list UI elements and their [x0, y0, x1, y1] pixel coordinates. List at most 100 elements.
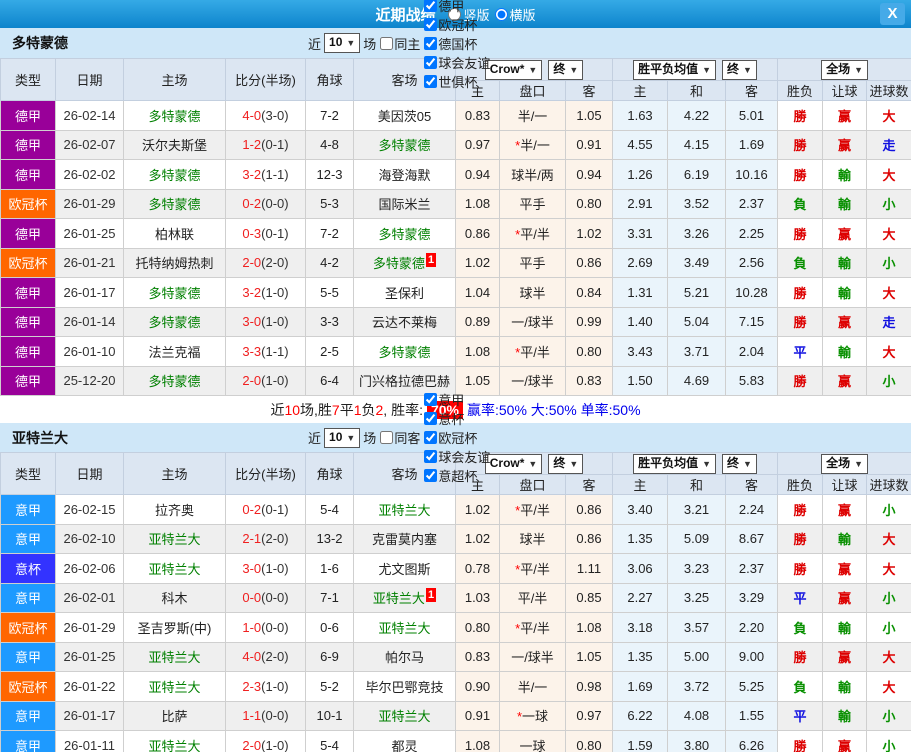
- league-filter[interactable]: 欧冠杯: [420, 428, 490, 447]
- home-team: 多特蒙德: [123, 188, 226, 219]
- handicap: 平/半: [499, 582, 566, 613]
- corner-score: 1-6: [305, 553, 354, 584]
- match-date: 26-01-25: [55, 641, 124, 672]
- avg-select[interactable]: 胜平负均值 ▼: [633, 453, 717, 474]
- result-handicap: 輸: [822, 188, 868, 219]
- match-date: 26-02-02: [55, 159, 124, 190]
- corner-score: 0-6: [305, 612, 354, 643]
- league-label: 球会友谊: [438, 450, 491, 465]
- league-checkbox[interactable]: [424, 0, 438, 12]
- league-checkbox[interactable]: [424, 36, 438, 50]
- layout-horizontal-option[interactable]: 横版: [494, 5, 536, 24]
- odds-source-select[interactable]: Crow* ▼: [484, 453, 543, 474]
- avg-away: 1.55: [725, 700, 779, 731]
- avg-draw: 6.19: [667, 159, 727, 190]
- league-filter[interactable]: 欧冠杯: [420, 15, 490, 34]
- same-venue-checkbox[interactable]: [380, 36, 394, 50]
- avg-home: 2.91: [612, 188, 669, 219]
- result-goals: 大: [866, 523, 911, 554]
- odds-final-select[interactable]: 终 ▼: [548, 59, 584, 80]
- sub-avg-away: 客: [725, 80, 779, 101]
- odds-home: 0.83: [455, 100, 500, 131]
- corner-score: 4-8: [305, 129, 354, 160]
- league-badge: 德甲: [0, 218, 56, 249]
- league-filter[interactable]: 德甲: [420, 0, 490, 15]
- result-goals: 走: [866, 129, 911, 160]
- near-label: 近: [308, 36, 322, 52]
- corner-score: 7-2: [305, 218, 354, 249]
- league-filter[interactable]: 球会友谊: [420, 447, 490, 466]
- result-wdl: 負: [777, 612, 824, 643]
- avg-final-select[interactable]: 终 ▼: [722, 59, 757, 80]
- match-date: 26-01-25: [55, 218, 124, 249]
- league-checkbox[interactable]: [424, 431, 438, 444]
- result-handicap: 輸: [822, 671, 868, 702]
- match-row: 德甲 26-02-02 多特蒙德 3-2(1-1) 12-3 海登海默 0.94 球半/两 0.…: [0, 159, 911, 190]
- league-badge: 欧冠杯: [0, 247, 56, 278]
- league-checkbox[interactable]: [424, 55, 438, 69]
- league-filter[interactable]: 球会友谊: [420, 53, 490, 72]
- league-filter[interactable]: 意杯: [420, 409, 490, 428]
- league-filter[interactable]: 意甲: [420, 390, 490, 409]
- sub-avg-draw: 和: [667, 80, 727, 101]
- horizontal-radio[interactable]: [494, 7, 508, 21]
- handicap: *半/一: [499, 129, 566, 160]
- same-venue-filter[interactable]: 同主: [376, 34, 420, 53]
- score-cell: 2-3(1-0): [225, 671, 306, 702]
- league-filter[interactable]: 德国杯: [420, 34, 490, 53]
- league-badge: 欧冠杯: [0, 188, 56, 219]
- league-checkbox[interactable]: [424, 393, 438, 406]
- handicap: 平手: [499, 247, 566, 278]
- filter-bar: 近 10 ▼ 场 同客 意甲 意杯 欧冠杯 球会友谊 意超杯: [308, 390, 490, 485]
- same-venue-filter[interactable]: 同客: [376, 428, 420, 447]
- away-team: 美因茨05: [353, 100, 456, 131]
- match-row: 德甲 26-01-14 多特蒙德 3-0(1-0) 3-3 云达不莱梅 0.89 一/球半 0.…: [0, 306, 911, 337]
- home-team: 多特蒙德: [123, 159, 226, 190]
- match-row: 意甲 26-01-17 比萨 1-1(0-0) 10-1 亚特兰大 0.91 *一球 0.97 6…: [0, 700, 911, 731]
- league-checkbox[interactable]: [424, 412, 438, 425]
- avg-draw: 4.22: [667, 100, 727, 131]
- sub-let: 让球: [822, 80, 868, 101]
- sub-goals: 进球数: [866, 80, 911, 101]
- scope-select[interactable]: 全场 ▼: [821, 453, 868, 474]
- handicap: 半/一: [499, 100, 566, 131]
- result-wdl: 負: [777, 671, 824, 702]
- league-checkbox[interactable]: [424, 469, 438, 482]
- result-wdl: 勝: [777, 523, 824, 554]
- corner-score: 5-4: [305, 730, 354, 752]
- match-count-select[interactable]: 10 ▼: [324, 33, 361, 53]
- match-row: 德甲 26-01-10 法兰克福 3-3(1-1) 2-5 多特蒙德 1.08 *平/半 0.8…: [0, 336, 911, 367]
- same-venue-checkbox[interactable]: [380, 431, 394, 444]
- score-cell: 4-0(2-0): [225, 641, 306, 672]
- avg-final-select[interactable]: 终 ▼: [722, 453, 757, 474]
- team-section-atalanta: 亚特兰大 近 10 ▼ 场 同客 意甲 意杯 欧冠杯 球会友谊 意超杯 类型 日…: [0, 393, 911, 752]
- avg-select[interactable]: 胜平负均值 ▼: [633, 59, 717, 80]
- result-wdl: 負: [777, 188, 824, 219]
- avg-away: 10.16: [725, 159, 779, 190]
- match-count-select[interactable]: 10 ▼: [324, 427, 361, 448]
- league-badge: 德甲: [0, 365, 56, 396]
- match-row: 意甲 26-01-11 亚特兰大 2-0(1-0) 5-4 都灵 1.08 一球 0.80 1.5…: [0, 730, 911, 752]
- league-checkbox[interactable]: [424, 450, 438, 463]
- league-badge: 意甲: [0, 523, 56, 554]
- handicap: 一/球半: [499, 365, 566, 396]
- close-icon[interactable]: X: [880, 3, 905, 25]
- avg-away: 8.67: [725, 523, 779, 554]
- result-goals: 小: [866, 365, 911, 396]
- result-handicap: 赢: [822, 494, 868, 525]
- away-team: 毕尔巴鄂竞技: [353, 671, 456, 702]
- avg-draw: 5.09: [667, 523, 727, 554]
- league-filter[interactable]: 意超杯: [420, 466, 490, 485]
- score-cell: 0-2(0-0): [225, 188, 306, 219]
- col-date: 日期: [55, 452, 124, 495]
- league-checkbox[interactable]: [424, 17, 438, 31]
- league-filter[interactable]: 世俱杯: [420, 72, 490, 91]
- match-date: 26-02-06: [55, 553, 124, 584]
- result-wdl: 勝: [777, 306, 824, 337]
- league-badge: 欧冠杯: [0, 612, 56, 643]
- sub-let: 让球: [822, 474, 868, 495]
- league-checkbox[interactable]: [424, 74, 438, 88]
- odds-final-select[interactable]: 终 ▼: [548, 453, 584, 474]
- odds-source-select[interactable]: Crow* ▼: [484, 59, 543, 80]
- scope-select[interactable]: 全场 ▼: [821, 59, 868, 80]
